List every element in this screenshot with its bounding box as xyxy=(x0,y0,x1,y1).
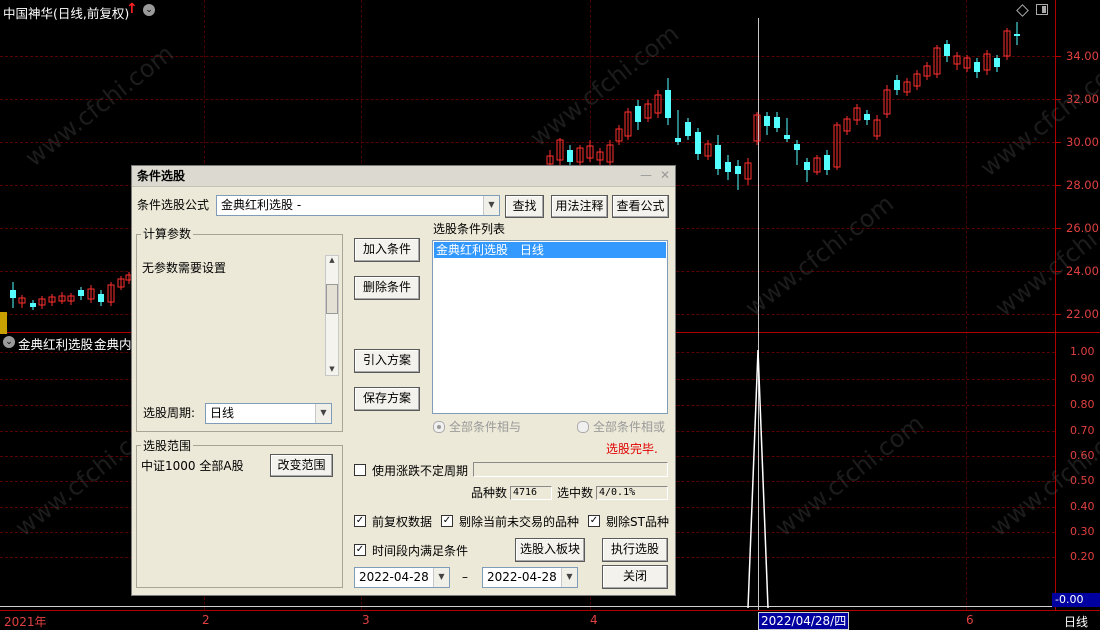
adjusted-data-label: 前复权数据 xyxy=(372,515,433,529)
dialog-titlebar[interactable]: 条件选股 — ✕ xyxy=(132,166,675,187)
date-from-field[interactable]: 2022-04-28 ▼ xyxy=(354,567,450,588)
zero-line xyxy=(0,606,1055,607)
indicator-spike xyxy=(747,349,769,609)
view-formula-button[interactable]: 查看公式 xyxy=(612,195,669,218)
indicator-tick: 0.30 xyxy=(1070,525,1095,538)
chevron-down-icon[interactable]: ▼ xyxy=(315,404,331,423)
execute-selection-button[interactable]: 执行选股 xyxy=(602,538,668,562)
exclude-untraded-checkbox[interactable]: ✓ xyxy=(441,515,453,527)
chart-title: 中国神华(日线,前复权) xyxy=(3,6,130,21)
selected-value: 4/0.1% xyxy=(596,486,668,500)
watermark: www.cfchi.com xyxy=(770,409,930,543)
condition-list[interactable]: 金典红利选股 日线 xyxy=(432,240,668,414)
minimize-icon[interactable]: — xyxy=(640,168,652,182)
params-text: 无参数需要设置 xyxy=(142,261,227,275)
formula-select[interactable]: 金典红利选股 - ▼ xyxy=(216,195,500,216)
exclude-untraded-label: 剔除当前未交易的品种 xyxy=(459,515,580,529)
add-to-block-button[interactable]: 选股入板块 xyxy=(515,538,585,562)
indicator-tick: 0.40 xyxy=(1070,500,1095,513)
count-value: 4716 xyxy=(510,486,552,500)
price-tick: 22.00 xyxy=(1066,307,1099,321)
indicator-tick: 1.00 xyxy=(1070,345,1095,358)
formula-label: 条件选股公式 xyxy=(137,198,210,212)
time-tick: 6 xyxy=(966,613,974,627)
indicator-tick: 0.20 xyxy=(1070,550,1095,563)
close-icon[interactable]: ✕ xyxy=(660,168,670,182)
cursor-date-label: 2022/04/28/四 xyxy=(758,612,850,630)
radio-and[interactable] xyxy=(433,421,445,433)
list-item-name: 金典红利选股 xyxy=(436,243,509,257)
period-satisfy-label: 时间段内满足条件 xyxy=(372,544,469,558)
period-value: 日线 xyxy=(210,406,235,420)
indicator-name-2: 金典内 xyxy=(94,337,132,352)
time-tick: 2 xyxy=(202,613,210,627)
range-text: 中证1000 全部A股 xyxy=(141,459,244,473)
change-range-button[interactable]: 改变范围 xyxy=(270,454,333,477)
radio-or-label: 全部条件相或 xyxy=(593,420,666,434)
date-to-field[interactable]: 2022-04-28 ▼ xyxy=(482,567,578,588)
delete-condition-button[interactable]: 删除条件 xyxy=(354,276,420,300)
chevron-down-icon[interactable]: ▼ xyxy=(483,196,499,215)
period-label: 日线 xyxy=(1064,615,1089,629)
radio-or[interactable] xyxy=(577,421,589,433)
formula-value: 金典红利选股 - xyxy=(221,198,302,212)
range-group-label: 选股范围 xyxy=(141,439,194,453)
panel-toggle-icon[interactable] xyxy=(1036,4,1048,15)
indicator-tick: 0.80 xyxy=(1070,398,1095,411)
price-tick: 26.00 xyxy=(1066,221,1099,235)
period-select[interactable]: 日线 ▼ xyxy=(205,403,332,424)
price-axis-line xyxy=(1055,0,1056,610)
indicator-menu-icon[interactable]: ⌄ xyxy=(3,336,15,348)
chevron-down-icon[interactable]: ▼ xyxy=(433,568,449,587)
up-arrow-icon: ↑ xyxy=(126,1,138,17)
date-separator: – xyxy=(462,570,468,584)
condition-list-label: 选股条件列表 xyxy=(433,222,506,236)
params-group-label: 计算参数 xyxy=(141,227,194,241)
status-text: 选股完毕. xyxy=(606,442,658,456)
usage-notes-button[interactable]: 用法注释 xyxy=(551,195,608,218)
list-item[interactable]: 金典红利选股 日线 xyxy=(434,242,666,258)
time-tick: 3 xyxy=(362,613,370,627)
exclude-st-checkbox[interactable]: ✓ xyxy=(588,515,600,527)
selected-label: 选中数 xyxy=(557,486,594,500)
indicator-tick: 0.90 xyxy=(1070,372,1095,385)
indicator-current-value: -0.00 xyxy=(1052,593,1100,607)
time-axis-line xyxy=(0,610,1100,611)
condition-stock-selection-dialog: 条件选股 — ✕ 条件选股公式 金典红利选股 - ▼ 查找 用法注释 查看公式 … xyxy=(131,165,676,596)
import-plan-button[interactable]: 引入方案 xyxy=(354,349,420,373)
indicator-tick: 0.70 xyxy=(1070,424,1095,437)
variable-period-checkbox[interactable] xyxy=(354,464,366,476)
price-tick: 24.00 xyxy=(1066,264,1099,278)
price-tick: 32.00 xyxy=(1066,92,1099,106)
list-item-period: 日线 xyxy=(519,243,544,257)
date-from-value: 2022-04-28 xyxy=(359,570,429,584)
indicator-tick: 0.50 xyxy=(1070,474,1095,487)
radio-and-label: 全部条件相与 xyxy=(449,420,522,434)
variable-period-bar xyxy=(473,462,668,477)
chevron-down-icon[interactable]: ⌄ xyxy=(143,4,155,16)
time-tick: 4 xyxy=(590,613,598,627)
save-plan-button[interactable]: 保存方案 xyxy=(354,387,420,411)
find-button[interactable]: 查找 xyxy=(505,195,544,218)
exclude-st-label: 剔除ST品种 xyxy=(606,515,669,529)
period-label: 选股周期: xyxy=(143,406,196,420)
indicator-name: 金典红利选股 xyxy=(18,337,94,352)
add-condition-button[interactable]: 加入条件 xyxy=(354,238,420,262)
chevron-down-icon[interactable]: ▼ xyxy=(561,568,577,587)
price-tick: 34.00 xyxy=(1066,49,1099,63)
period-satisfy-checkbox[interactable]: ✓ xyxy=(354,544,366,556)
date-to-value: 2022-04-28 xyxy=(487,570,557,584)
adjusted-data-checkbox[interactable]: ✓ xyxy=(354,515,366,527)
indicator-tick: 0.60 xyxy=(1070,449,1095,462)
left-scroll-marker[interactable] xyxy=(0,312,7,334)
dialog-title: 条件选股 xyxy=(137,169,186,183)
params-scrollbar[interactable]: ▲ ▼ xyxy=(325,255,339,376)
price-tick: 30.00 xyxy=(1066,135,1099,149)
count-label: 品种数 xyxy=(471,486,508,500)
time-tick: 2021年 xyxy=(4,615,47,629)
close-button[interactable]: 关闭 xyxy=(602,565,668,589)
price-tick: 28.00 xyxy=(1066,178,1099,192)
variable-period-label: 使用涨跌不定周期 xyxy=(372,464,469,478)
